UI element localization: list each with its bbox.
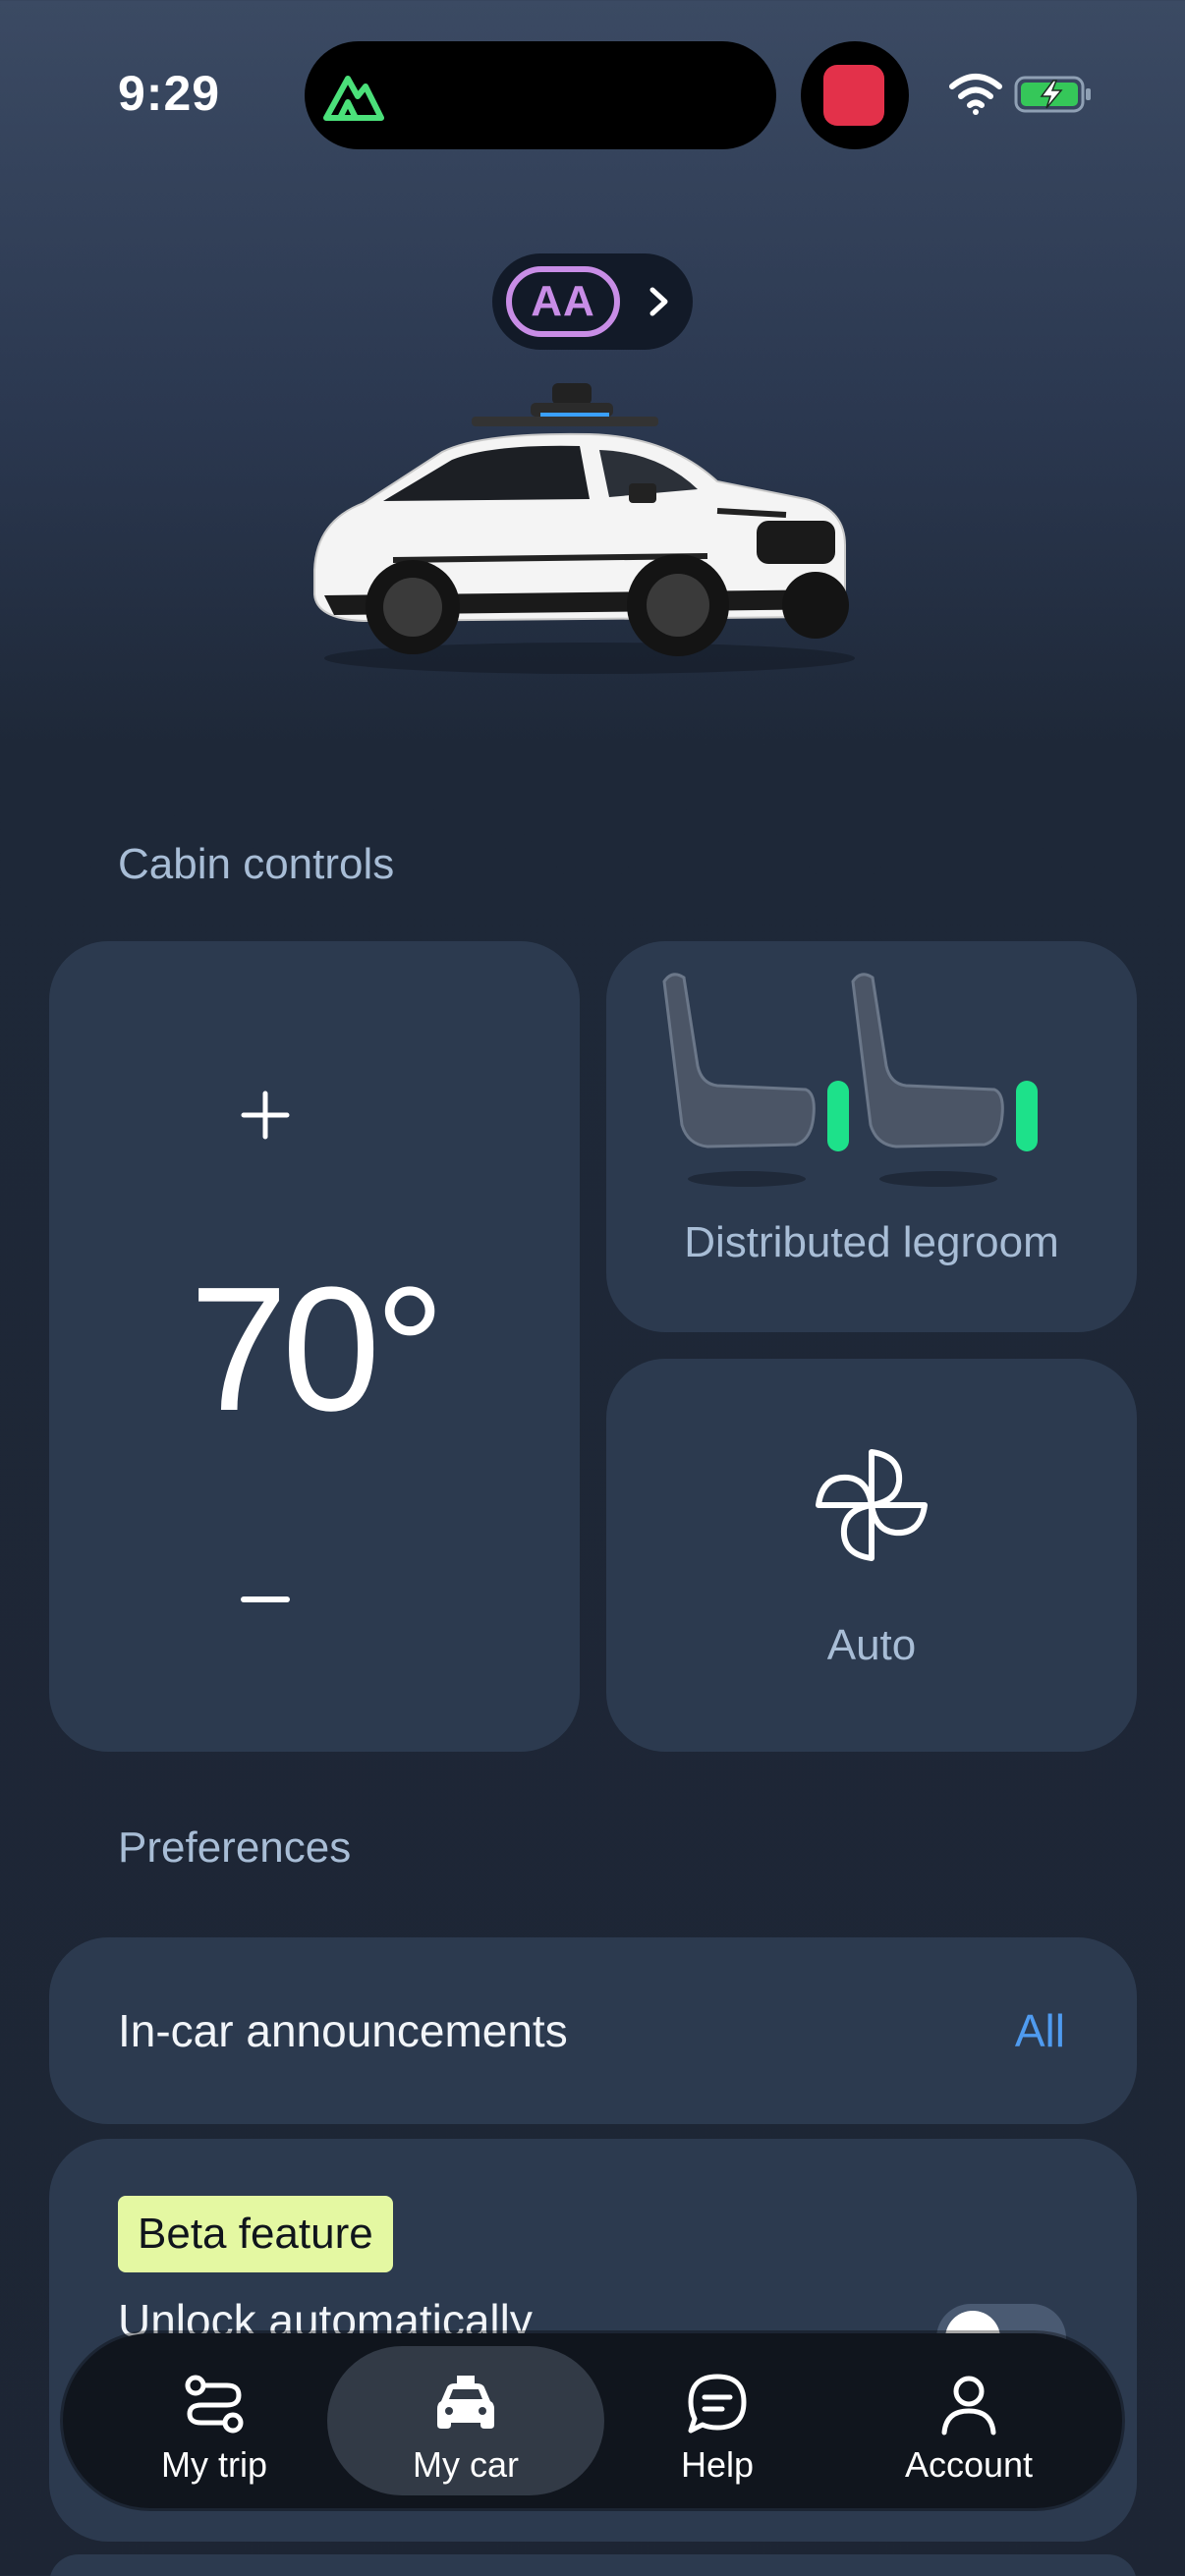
decrease-temperature-button[interactable] bbox=[241, 1596, 290, 1602]
seats-legroom-icon bbox=[662, 973, 1038, 1187]
doordash-app-icon bbox=[823, 65, 884, 126]
temperature-value: 70° bbox=[189, 1251, 445, 1448]
chevron-right-icon bbox=[649, 287, 668, 316]
tab-my-trip[interactable]: My trip bbox=[76, 2346, 353, 2495]
fan-icon bbox=[816, 1449, 928, 1561]
status-time: 9:29 bbox=[118, 66, 221, 121]
beta-feature-badge: Beta feature bbox=[118, 2196, 393, 2272]
battery-charging-icon bbox=[1014, 76, 1091, 113]
fan-mode-label: Auto bbox=[826, 1621, 917, 1669]
tab-my-trip-label: My trip bbox=[161, 2444, 267, 2485]
tab-account[interactable]: Account bbox=[830, 2346, 1107, 2495]
next-card bbox=[49, 2554, 1137, 2576]
tab-account-label: Account bbox=[904, 2444, 1034, 2485]
tab-help[interactable]: Help bbox=[579, 2346, 856, 2495]
alltrails-app-icon bbox=[323, 76, 384, 121]
route-icon bbox=[185, 2375, 244, 2434]
legroom-label: Distributed legroom bbox=[684, 1218, 1059, 1266]
car-icon bbox=[437, 2376, 494, 2429]
tab-my-car[interactable]: My car bbox=[327, 2346, 604, 2495]
tab-my-car-label: My car bbox=[413, 2444, 519, 2485]
chat-bubble-icon bbox=[688, 2374, 747, 2434]
cabin-controls-heading: Cabin controls bbox=[118, 840, 395, 888]
in-car-announcements-value[interactable]: All bbox=[1015, 2004, 1065, 2057]
increase-temperature-button[interactable] bbox=[241, 1091, 290, 1140]
profile-initials: AA bbox=[506, 266, 620, 337]
person-icon bbox=[941, 2376, 996, 2436]
preferences-heading: Preferences bbox=[118, 1823, 352, 1872]
profile-selector[interactable]: AA bbox=[492, 253, 693, 350]
waymo-car-image bbox=[313, 383, 855, 674]
tab-help-label: Help bbox=[680, 2444, 755, 2485]
wifi-icon bbox=[949, 74, 1002, 115]
in-car-announcements-label: In-car announcements bbox=[118, 2005, 568, 2056]
